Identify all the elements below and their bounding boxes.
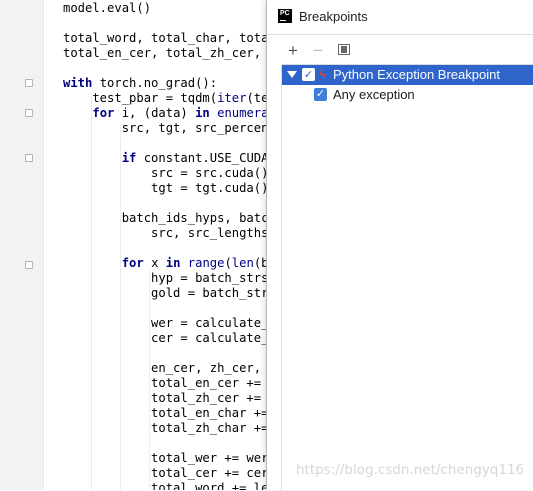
code-line[interactable]: src, src_lengths, [63,226,273,241]
minus-icon: − [313,41,323,60]
code-line[interactable]: total_en_cer, total_zh_cer, t [63,46,273,61]
code-line[interactable]: total_en_cer += e [63,376,273,391]
code-editor[interactable]: model.eval() total_word, total_char, tota… [63,0,273,490]
code-line[interactable]: tgt = tgt.cuda() [63,181,268,196]
code-line[interactable]: src = src.cuda() [63,166,268,181]
code-line[interactable]: total_zh_char += [63,421,273,436]
code-token: en_cer, zh_cer, n [63,361,273,375]
code-token: x [151,256,166,270]
tree-item-python-exception-breakpoint[interactable]: ✓ ϟ Python Exception Breakpoint [282,65,533,85]
remove-breakpoint-button[interactable]: − [308,41,328,61]
tree-item-label: Python Exception Breakpoint [333,67,500,82]
gutter-divider [43,0,44,490]
code-line[interactable]: src, tgt, src_percent [63,121,273,136]
dialog-titlebar[interactable]: PC Breakpoints [267,0,533,35]
code-line[interactable]: total_en_char += [63,406,273,421]
code-token: constant.USE_CUDA: [143,151,273,165]
watermark: https://blog.csdn.net/chengyq116 [296,462,525,478]
code-line[interactable]: total_word += len [63,481,273,490]
code-token: total_zh_cer += z [63,391,273,405]
expand-arrow-icon[interactable] [287,71,297,78]
plus-icon: + [288,41,298,60]
code-line[interactable]: with torch.no_grad(): [63,76,217,91]
tree-item-any-exception[interactable]: ✓ Any exception [282,85,533,105]
lightning-bolt-icon: ϟ [319,67,326,82]
code-line[interactable]: total_wer += wer [63,451,268,466]
code-token: total_en_cer += e [63,376,273,390]
fold-marker-icon[interactable] [25,79,33,87]
code-token: wer = calculate_w [63,316,273,330]
code-token: gold = batch_strs [63,286,273,300]
code-line[interactable]: total_cer += cer [63,466,268,481]
code-line[interactable]: for i, (data) in enumerat [63,106,273,121]
code-token: cer = calculate_c [63,331,273,345]
code-line[interactable]: gold = batch_strs [63,286,273,301]
code-line[interactable]: model.eval() [63,1,151,16]
code-token: total_cer += cer [63,466,269,480]
code-keyword: if [121,151,144,165]
dialog-title: Breakpoints [299,9,368,24]
code-line[interactable]: hyp = batch_strs_ [63,271,273,286]
fold-marker-icon[interactable] [25,154,33,162]
code-token: ( [224,256,232,270]
code-token: src, src_lengths, [63,226,273,240]
code-line[interactable]: for x in range(len(ba [63,256,273,271]
code-token: model.eval() [63,1,152,15]
code-token: test_pbar = tqdm( [63,91,218,105]
code-token: batch_ids_hyps, batch [63,211,273,225]
code-keyword: in [195,106,218,120]
code-keyword: in [165,256,188,270]
code-token: src = src.cuda() [63,166,269,180]
code-line[interactable]: cer = calculate_c [63,331,273,346]
pycharm-icon: PC [278,9,292,23]
breakpoints-toolbar: + − [267,38,533,64]
code-token: i, (data) [121,106,196,120]
code-builtin: range [187,256,225,270]
code-line[interactable]: total_zh_cer += z [63,391,273,406]
code-line[interactable]: batch_ids_hyps, batch [63,211,273,226]
add-breakpoint-button[interactable]: + [283,41,303,61]
code-builtin: iter [217,91,247,105]
code-keyword: for [121,256,152,270]
fold-marker-icon[interactable] [25,261,33,269]
editor-gutter [0,0,44,490]
code-builtin: enumerat [217,106,273,120]
code-token: total_word, total_char, total_ [63,31,273,45]
code-line[interactable]: total_word, total_char, total_ [63,31,273,46]
checkbox-icon[interactable]: ✓ [314,88,327,101]
code-line[interactable]: wer = calculate_w [63,316,273,331]
code-token: total_en_char += [63,406,273,420]
breakpoints-dialog: PC Breakpoints + − ✓ ϟ Python Exception … [266,0,533,491]
code-token: total_word += len [63,481,273,490]
code-token: src, tgt, src_percent [63,121,273,135]
fold-marker-icon[interactable] [25,109,33,117]
code-token: total_zh_char += [63,421,273,435]
code-line[interactable]: test_pbar = tqdm(iter(tes [63,91,273,106]
code-token: tgt = tgt.cuda() [63,181,269,195]
code-keyword: with [63,76,100,90]
code-line[interactable]: en_cer, zh_cer, n [63,361,273,376]
checkbox-icon[interactable]: ✓ [302,68,315,81]
group-by-file-icon[interactable] [338,44,350,55]
breakpoints-tree[interactable]: ✓ ϟ Python Exception Breakpoint ✓ Any ex… [281,64,533,491]
code-token: torch.no_grad(): [99,76,218,90]
code-builtin: len [231,256,254,270]
code-keyword: for [92,106,122,120]
code-line[interactable]: if constant.USE_CUDA: [63,151,273,166]
code-token: total_wer += wer [63,451,269,465]
tree-item-label: Any exception [333,87,415,102]
code-token: hyp = batch_strs_ [63,271,273,285]
code-token: total_en_cer, total_zh_cer, t [63,46,273,60]
